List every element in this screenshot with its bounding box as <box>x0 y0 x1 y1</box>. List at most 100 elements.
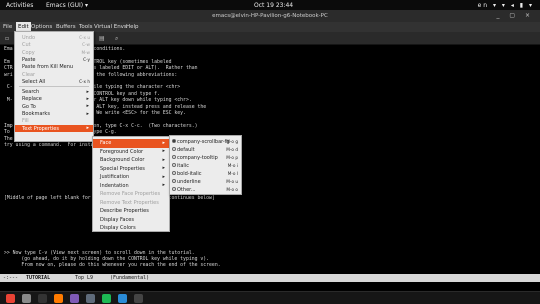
radio-indicator <box>172 163 176 167</box>
vscode-icon[interactable] <box>118 294 127 303</box>
edit-menu-item-label: Replace <box>22 96 42 103</box>
chrome-icon[interactable] <box>6 294 15 303</box>
face-item-company-tooltip[interactable]: company-tooltip M-o p <box>170 154 241 162</box>
menu-buffers[interactable]: Buffers <box>56 24 76 30</box>
edit-menu-item-select-all[interactable]: Select All C-x h <box>15 78 93 85</box>
shortcut-label: M-o l <box>227 171 238 176</box>
mode-line: -:--- TUTORIAL Top L9 (Fundamental) <box>0 274 540 282</box>
face-item-default[interactable]: default M-o d <box>170 146 241 154</box>
text-prop-item-special-properties[interactable]: Special Properties ▸ <box>93 165 169 174</box>
terminal-icon[interactable] <box>38 294 47 303</box>
edit-menu-item-paste[interactable]: Paste C-y <box>15 56 93 63</box>
edit-menu-item-label: Text Properties <box>22 125 59 132</box>
settings-icon[interactable] <box>86 294 95 303</box>
system-tray[interactable]: en ▾ ▾ ◂ ▮ ▾ <box>478 2 534 9</box>
window-titlebar[interactable]: emacs@elvin-HP-Pavilion-g6-Notebook-PC _… <box>0 10 540 22</box>
text-prop-item-label: Describe Properties <box>100 208 149 214</box>
modeline-position: Top L9 <box>75 275 94 281</box>
menu-help[interactable]: Help <box>126 24 139 30</box>
edit-menu-item-search[interactable]: Search ▸ <box>15 88 93 96</box>
face-item-italic[interactable]: italic M-o i <box>170 162 241 170</box>
window-title: emacs@elvin-HP-Pavilion-g6-Notebook-PC <box>212 13 328 19</box>
search-icon[interactable]: ⌕ <box>115 35 118 43</box>
edit-menu-item-label: Fill <box>22 118 29 125</box>
edit-menu: Undo C-x u Cut C-w Copy M-w Paste C-y Paste from… <box>14 31 94 142</box>
shortcut-label: C-x u <box>79 35 90 40</box>
modeline-buffer-name[interactable]: TUTORIAL <box>26 275 50 281</box>
face-item-company-scrollbar-fg[interactable]: company-scrollbar-fg M-o g <box>170 138 241 146</box>
face-item-bold-italic[interactable]: bold-italic M-o l <box>170 170 241 178</box>
text-prop-item-label: Display Faces <box>100 216 134 223</box>
shortcut-label: M-w <box>81 49 90 55</box>
chevron-right-icon: ▸ <box>162 165 165 171</box>
edit-menu-item-bookmarks[interactable]: Bookmarks ▸ <box>15 110 93 118</box>
edit-menu-item-text-properties[interactable]: Text Properties ▸ <box>15 124 93 132</box>
app-grid-icon[interactable] <box>134 294 143 303</box>
edit-menu-item-label: Copy <box>22 49 35 56</box>
shortcut-label: M-o u <box>226 179 238 184</box>
edit-menu-item-label: Clear <box>22 71 36 78</box>
activities-button[interactable]: Activities <box>6 2 33 9</box>
chevron-right-icon: ▸ <box>162 156 165 163</box>
chevron-right-icon: ▸ <box>162 173 165 180</box>
edit-menu-item-replace[interactable]: Replace ▸ <box>15 95 93 103</box>
face-item-underline[interactable]: underline M-o u <box>170 178 241 186</box>
text-prop-item-label: Justification <box>100 174 130 180</box>
clock[interactable]: Oct 19 23:44 <box>254 2 293 9</box>
text-prop-item-display-faces[interactable]: Display Faces <box>93 216 169 225</box>
edit-menu-item-label: Go To <box>22 103 36 110</box>
face-item-label: company-scrollbar-fg <box>177 139 230 145</box>
text-prop-item-background-color[interactable]: Background Color ▸ <box>93 156 169 165</box>
face-item-other[interactable]: Other... M-o o <box>170 186 241 194</box>
menu-file[interactable]: File <box>3 24 12 30</box>
paste-icon[interactable]: ▤ <box>99 35 105 42</box>
text-prop-item-foreground-color[interactable]: Foreground Color ▸ <box>93 148 169 157</box>
text-prop-item-indentation[interactable]: Indentation ▸ <box>93 182 169 191</box>
edit-menu-item-undo: Undo C-x u <box>15 34 93 41</box>
buffer-line: From now on, please do this whenever you… <box>4 263 221 269</box>
edit-menu-item-label: Cut <box>22 42 31 49</box>
chevron-right-icon: ▸ <box>86 103 89 110</box>
firefox-icon[interactable] <box>54 294 63 303</box>
text-prop-item-justification[interactable]: Justification ▸ <box>93 173 169 182</box>
text-prop-item-display-colors[interactable]: Display Colors <box>93 224 169 233</box>
text-prop-item-label: Indentation <box>100 182 129 189</box>
shortcut-label: M-o d <box>226 147 238 152</box>
text-prop-item-label: Background Color <box>100 157 145 163</box>
face-item-label: bold-italic <box>177 171 202 177</box>
face-item-label: default <box>177 147 195 153</box>
menu-virtual-envs[interactable]: Virtual Envs <box>94 24 127 30</box>
edit-menu-item-go-to[interactable]: Go To ▸ <box>15 103 93 110</box>
text-prop-item-describe-properties[interactable]: Describe Properties <box>93 207 169 216</box>
window-controls[interactable]: _ ▢ × <box>496 12 534 19</box>
shortcut-label: M-o p <box>226 155 238 160</box>
text-prop-item-face[interactable]: Face ▸ <box>93 139 169 148</box>
edit-menu-item-label: Undo <box>22 35 36 41</box>
text-prop-item-label: Foreground Color <box>100 148 144 155</box>
modeline-mode[interactable]: (Fundamental) <box>110 275 149 281</box>
menu-tools[interactable]: Tools <box>79 24 93 30</box>
edit-menu-item-fill: Fill <box>15 117 93 124</box>
emacs-icon[interactable] <box>70 294 79 303</box>
radio-indicator <box>172 171 176 175</box>
edit-menu-item-label: Paste <box>22 56 36 63</box>
files-icon[interactable] <box>22 294 31 303</box>
edit-menu-item-paste-from-kill-menu[interactable]: Paste from Kill Menu <box>15 63 93 70</box>
radio-indicator <box>172 139 176 143</box>
text-prop-item-remove-face-properties: Remove Face Properties <box>93 190 169 199</box>
text-prop-item-label: Special Properties <box>100 165 145 172</box>
dock <box>0 291 540 304</box>
buffer-line: >> Now type C-v (View next screen) to sc… <box>4 251 195 256</box>
face-item-label: italic <box>177 163 189 169</box>
text-prop-item-label: Remove Face Properties <box>100 191 161 197</box>
edit-menu-item-cut: Cut C-w <box>15 41 93 48</box>
modeline-status: -:--- <box>3 275 19 281</box>
edit-menu-item-label: Paste from Kill Menu <box>22 64 74 71</box>
radio-indicator <box>172 187 176 191</box>
app-menu[interactable]: Emacs (GUI) ▾ <box>46 2 88 9</box>
shortcut-label: M-o g <box>226 139 238 144</box>
menu-options[interactable]: Options <box>31 24 52 30</box>
spotify-icon[interactable] <box>102 294 111 303</box>
new-file-icon[interactable]: ▫ <box>5 35 9 42</box>
text-prop-item-label: Display Colors <box>100 225 136 231</box>
